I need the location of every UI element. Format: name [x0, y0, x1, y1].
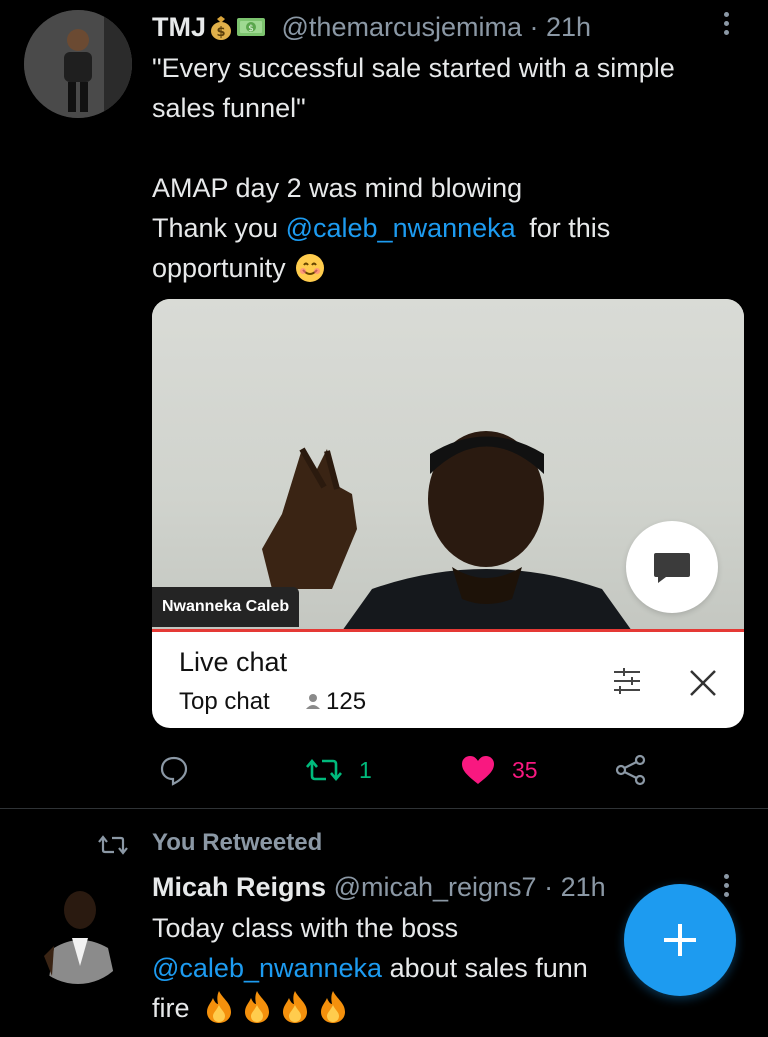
smiling-face-icon [295, 253, 325, 283]
tweet-text-line: "Every successful sale started with a si… [152, 53, 675, 83]
tweet-text-fragment: about sales funn [389, 953, 588, 983]
tweet1-text: "Every successful sale started with a si… [152, 48, 752, 288]
filter-sliders-icon[interactable] [610, 664, 644, 698]
money-bag-icon: $ [208, 14, 234, 40]
avatar-image [24, 876, 132, 984]
timestamp[interactable]: 21h [546, 12, 591, 42]
tweet-text-line: sales funnel" [152, 93, 306, 123]
avatar-image [24, 10, 132, 118]
display-name[interactable]: TMJ [152, 12, 206, 42]
tweet-text-line: AMAP day 2 was mind blowing [152, 173, 523, 203]
like-heart-icon[interactable] [460, 754, 496, 786]
handle[interactable]: @micah_reigns7 [334, 872, 537, 902]
top-chat-dropdown[interactable]: Top chat [179, 688, 270, 716]
separator: · [544, 872, 554, 902]
live-chat-title: Live chat [179, 647, 288, 677]
close-icon[interactable] [686, 666, 720, 700]
person-icon [306, 694, 320, 709]
retweet-small-icon [98, 835, 128, 855]
handle[interactable]: @themarcusjemima [282, 12, 522, 42]
retweet-icon[interactable] [304, 754, 344, 786]
tweet-text-fragment: for this [529, 213, 611, 243]
tweet2-header: Micah Reigns @micah_reigns7 · 21h [152, 870, 606, 904]
tweet-divider [0, 808, 768, 809]
svg-text:$: $ [216, 25, 225, 40]
mention-link[interactable]: @caleb_nwanneka [152, 953, 382, 983]
avatar-micah[interactable] [24, 876, 132, 984]
media-card[interactable]: Nwanneka Caleb Live chat Top chat 125 [152, 299, 744, 728]
like-count: 35 [512, 757, 538, 783]
tweet-text-fragment: opportunity [152, 253, 286, 283]
reply-icon[interactable] [158, 754, 190, 786]
chat-bubble-button[interactable] [626, 521, 718, 613]
tweet-text-line: opportunity [152, 248, 752, 288]
fire-emoji-row [197, 991, 351, 1023]
compose-tweet-button[interactable] [624, 884, 736, 996]
svg-text:$: $ [248, 24, 254, 34]
fire-icon [207, 991, 232, 1023]
tweet-text-line: Thank you @caleb_nwanneka for this [152, 208, 752, 248]
tweet1-header: TMJ $ $ @themarcusjemima · 21h [152, 10, 591, 44]
tweet-text-fragment: Thank you [152, 213, 279, 243]
avatar-tmj[interactable] [24, 10, 132, 118]
viewer-count-value: 125 [326, 688, 367, 715]
retweet-banner[interactable]: You Retweeted [152, 829, 322, 857]
fire-icon [245, 991, 270, 1023]
speaker-name-tag: Nwanneka Caleb [152, 587, 300, 627]
separator: · [529, 12, 539, 42]
more-options-icon[interactable] [724, 12, 732, 39]
viewer-count: 125 [304, 688, 366, 716]
mention-link[interactable]: @caleb_nwanneka [286, 213, 516, 243]
progress-line [152, 629, 744, 632]
tweet-text-fragment: fire [152, 993, 190, 1023]
dollar-banknote-icon: $ [236, 14, 266, 40]
retweet-count: 1 [359, 757, 372, 783]
display-name[interactable]: Micah Reigns [152, 872, 326, 902]
plus-icon [664, 924, 696, 956]
fire-icon [321, 991, 346, 1023]
timestamp[interactable]: 21h [561, 872, 606, 902]
share-icon[interactable] [614, 753, 648, 787]
fire-icon [283, 991, 308, 1023]
chat-bubble-icon [654, 553, 690, 583]
